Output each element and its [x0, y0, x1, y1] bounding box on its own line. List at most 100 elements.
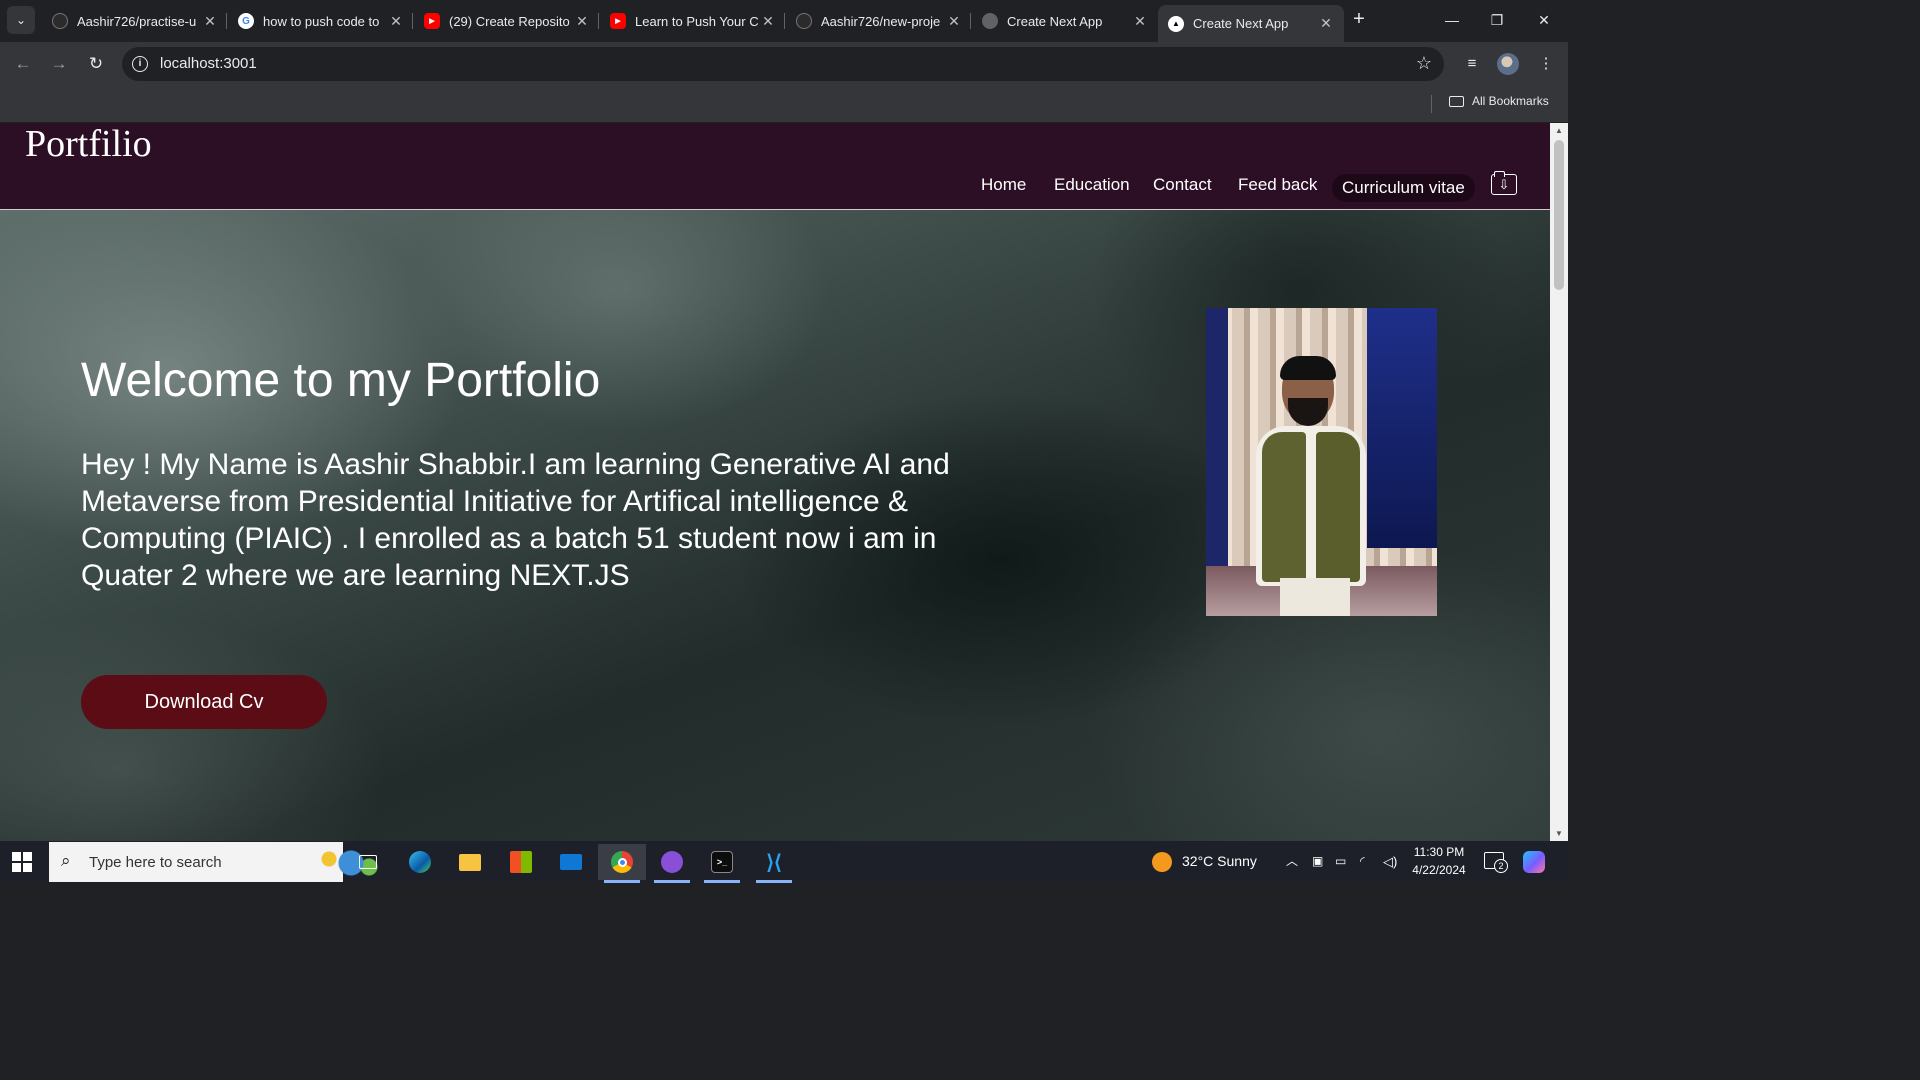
chrome-icon[interactable] [598, 844, 646, 883]
minimize-icon[interactable]: — [1429, 6, 1475, 34]
nav-link-education[interactable]: Education [1054, 175, 1130, 195]
github-desktop-icon[interactable] [648, 844, 696, 883]
scrollbar-thumb[interactable] [1554, 140, 1564, 290]
wifi-icon[interactable]: ◜ [1360, 841, 1365, 882]
reload-icon[interactable]: ↻ [84, 52, 108, 76]
bookmarks-bar: All Bookmarks [0, 86, 1568, 123]
profile-photo [1206, 308, 1437, 616]
copilot-icon[interactable] [1523, 851, 1545, 873]
menu-kebab-icon[interactable]: ⋮ [1534, 52, 1558, 76]
terminal-icon[interactable]: >_ [698, 844, 746, 883]
site-logo-text[interactable]: Portfilio [25, 123, 152, 165]
windows-start-icon[interactable] [12, 852, 32, 872]
all-bookmarks-button[interactable]: All Bookmarks [1449, 94, 1549, 108]
nav-link-home[interactable]: Home [981, 175, 1026, 195]
task-view-icon[interactable] [344, 844, 392, 880]
close-tab-icon[interactable]: ✕ [574, 13, 590, 30]
edge-icon[interactable] [396, 844, 444, 880]
tab-search-button[interactable]: ⌄ [7, 6, 35, 34]
page-viewport: Portfilio Home Education Contact Feed ba… [0, 123, 1550, 841]
tab-title: Aashir726/practise-u [77, 13, 197, 29]
nextjs-icon: ▲ [1168, 15, 1184, 32]
browser-tab[interactable]: ▶ Learn to Push Your C ✕ [600, 5, 786, 37]
youtube-icon: ▶ [610, 13, 626, 29]
browser-toolbar: ← → ↻ i localhost:3001 ☆ ≡ ⋮ [0, 42, 1568, 86]
weather-sun-icon [1152, 852, 1172, 872]
tab-divider [970, 13, 971, 29]
back-icon[interactable]: ← [11, 52, 35, 76]
browser-tab[interactable]: Create Next App ✕ [972, 5, 1158, 37]
github-icon [796, 13, 812, 29]
nav-link-contact[interactable]: Contact [1153, 175, 1212, 195]
site-header: Portfilio Home Education Contact Feed ba… [0, 123, 1550, 210]
tab-divider [598, 13, 599, 29]
close-tab-icon[interactable]: ✕ [1318, 15, 1334, 32]
notification-count-badge: 2 [1494, 859, 1508, 873]
hero-title: Welcome to my Portfolio [81, 354, 601, 407]
media-controls-icon[interactable]: ≡ [1460, 52, 1484, 76]
nav-link-curriculum-vitae[interactable]: Curriculum vitae [1332, 174, 1475, 202]
hero-section: Welcome to my Portfolio Hey ! My Name is… [0, 210, 1550, 841]
profile-avatar[interactable] [1497, 53, 1519, 75]
meet-now-icon[interactable]: ▣ [1312, 841, 1323, 882]
mail-icon[interactable] [547, 844, 595, 880]
browser-tab[interactable]: Aashir726/new-proje ✕ [786, 5, 972, 37]
tab-divider [226, 13, 227, 29]
close-window-icon[interactable]: ✕ [1521, 6, 1567, 34]
scroll-down-icon[interactable]: ▼ [1555, 829, 1563, 838]
github-icon [52, 13, 68, 29]
volume-icon[interactable]: ◁) [1383, 841, 1397, 882]
clock-date: 4/22/2024 [1412, 863, 1466, 877]
microsoft-store-icon[interactable] [497, 844, 545, 880]
download-cv-button[interactable]: Download Cv [81, 675, 327, 729]
tab-title: Create Next App [1193, 16, 1289, 31]
search-icon: ⌕ [61, 851, 71, 870]
clock-time: 11:30 PM [1413, 845, 1465, 859]
address-bar-url[interactable]: localhost:3001 [160, 55, 257, 72]
folder-icon [1449, 95, 1464, 107]
download-folder-icon[interactable]: ⇩ [1491, 171, 1517, 195]
scroll-up-icon[interactable]: ▲ [1555, 126, 1563, 135]
globe-icon [982, 13, 998, 29]
hero-description: Hey ! My Name is Aashir Shabbir.I am lea… [81, 448, 950, 592]
show-hidden-icons[interactable]: ︿ [1286, 841, 1298, 882]
browser-tab[interactable]: Aashir726/practise-u ✕ [42, 5, 228, 37]
forward-icon[interactable]: → [47, 52, 71, 76]
all-bookmarks-label: All Bookmarks [1472, 94, 1549, 108]
weather-text[interactable]: 32°C Sunny [1182, 841, 1257, 882]
new-tab-button[interactable]: + [1348, 8, 1370, 32]
tab-divider [412, 13, 413, 29]
vscode-icon[interactable]: ⟩⟨ [750, 844, 798, 883]
browser-tab-active[interactable]: ▲ Create Next App ✕ [1158, 5, 1344, 42]
restore-icon[interactable]: ❐ [1474, 6, 1520, 34]
file-explorer-icon[interactable] [446, 844, 494, 880]
close-tab-icon[interactable]: ✕ [1132, 13, 1148, 30]
browser-tab[interactable]: G how to push code to ✕ [228, 5, 414, 37]
close-tab-icon[interactable]: ✕ [202, 13, 218, 30]
tab-divider [784, 13, 785, 29]
close-tab-icon[interactable]: ✕ [760, 13, 776, 30]
close-tab-icon[interactable]: ✕ [388, 13, 404, 30]
tab-title: Create Next App [1007, 13, 1103, 29]
taskbar-search-placeholder: Type here to search [89, 854, 222, 871]
bookmark-star-icon[interactable]: ☆ [1416, 53, 1432, 74]
windows-taskbar: ⌕ Type here to search >_ ⟩⟨ 32°C Sunny ︿… [0, 841, 1568, 883]
google-icon: G [238, 13, 254, 29]
tab-title: (29) Create Reposito [449, 13, 570, 29]
system-clock[interactable]: 11:30 PM 4/22/2024 [1404, 843, 1474, 879]
page-scrollbar[interactable]: ▲ ▼ [1550, 123, 1568, 841]
address-bar[interactable]: i localhost:3001 ☆ [122, 47, 1444, 81]
tab-title: Learn to Push Your C [635, 13, 759, 29]
battery-icon[interactable]: ▭ [1335, 841, 1346, 882]
nav-link-feedback[interactable]: Feed back [1238, 175, 1317, 195]
bookmarks-divider [1431, 95, 1432, 113]
tab-title: Aashir726/new-proje [821, 13, 941, 29]
youtube-icon: ▶ [424, 13, 440, 29]
browser-tab[interactable]: ▶ (29) Create Reposito ✕ [414, 5, 600, 37]
notification-center-icon[interactable]: 2 [1484, 852, 1508, 873]
taskbar-search-box[interactable]: ⌕ Type here to search [49, 842, 381, 882]
browser-tab-strip: ⌄ Aashir726/practise-u ✕ G how to push c… [0, 0, 1568, 42]
tab-title: how to push code to [263, 13, 380, 29]
close-tab-icon[interactable]: ✕ [946, 13, 962, 30]
site-info-icon[interactable]: i [132, 56, 148, 72]
